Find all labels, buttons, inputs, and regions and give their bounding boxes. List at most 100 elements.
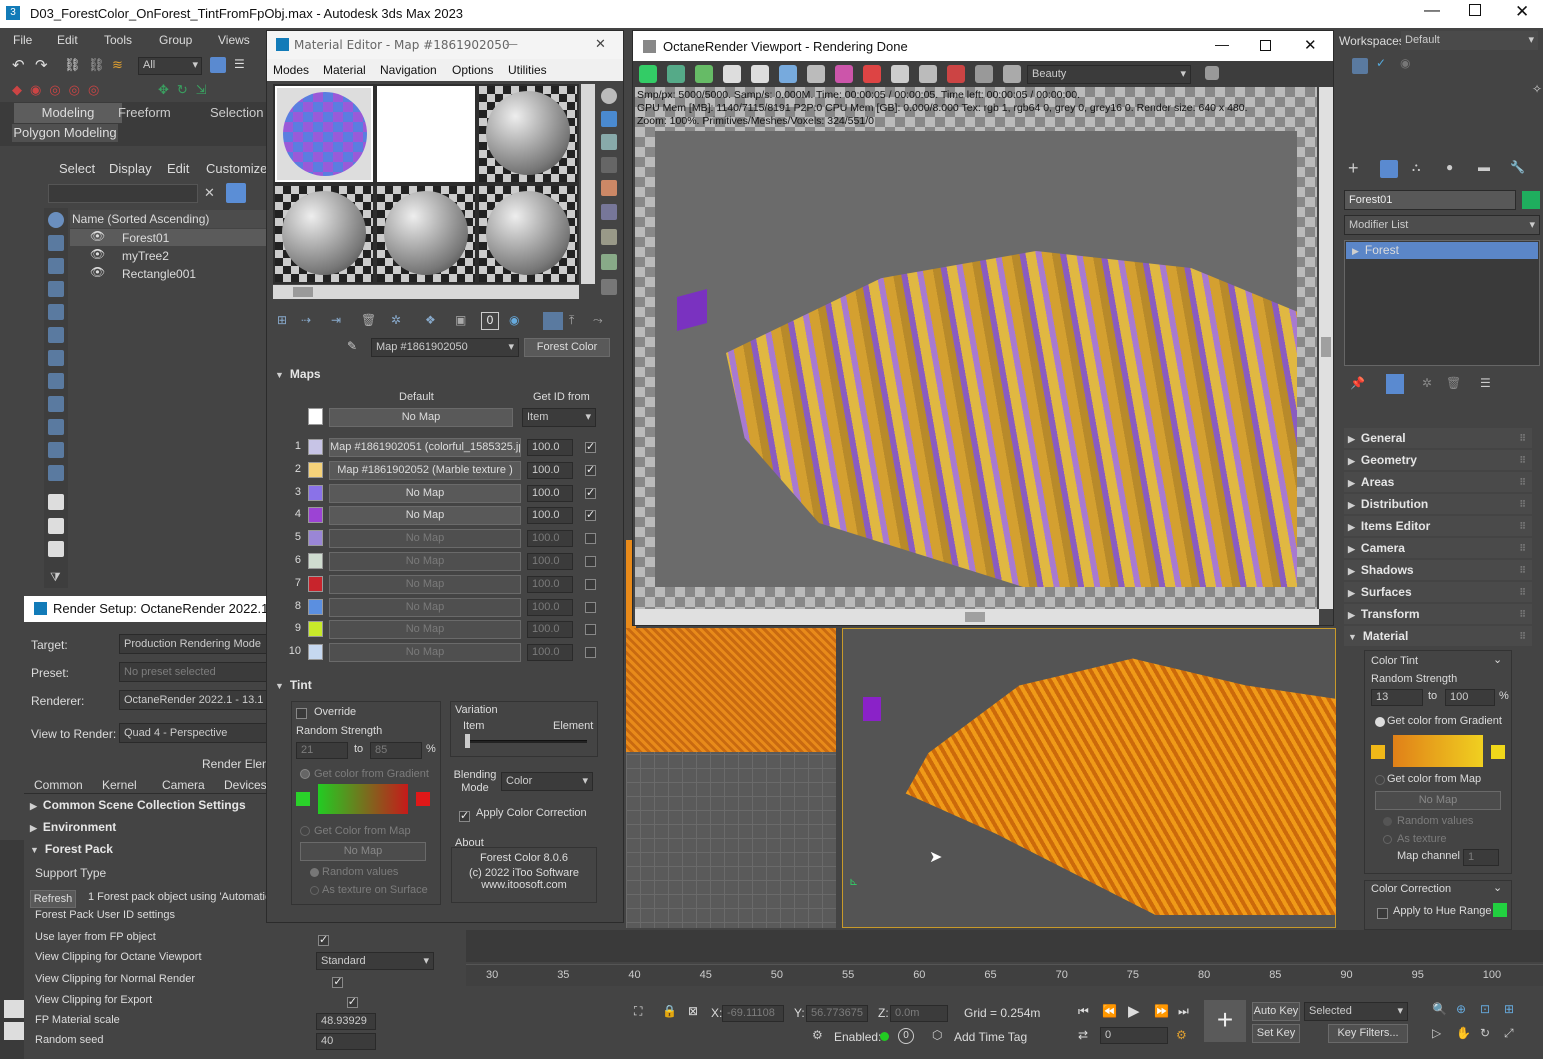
settings-icon[interactable] (1003, 65, 1021, 83)
clear-search-icon[interactable]: ✕ (204, 185, 215, 201)
me-menu-material[interactable]: Material (323, 63, 366, 77)
pause-icon[interactable] (751, 65, 769, 83)
menu-group[interactable]: Group (159, 33, 192, 47)
backlight-icon[interactable] (601, 111, 617, 127)
map-weight-spinner[interactable]: 100.0 (527, 644, 573, 662)
map-color-swatch[interactable] (308, 507, 323, 524)
cp-no-map-button[interactable]: No Map (1375, 791, 1501, 810)
pin-stack-icon[interactable]: ✧ (1532, 82, 1542, 96)
clear-icon[interactable] (863, 65, 881, 83)
map-weight-spinner[interactable]: 100.0 (527, 553, 573, 570)
view-to-render-dropdown[interactable]: Quad 4 - Perspective (119, 723, 269, 743)
eyedropper-icon[interactable]: ✎ (347, 339, 357, 353)
close-icon[interactable]: ✕ (1515, 2, 1529, 22)
autofocus-icon[interactable] (807, 65, 825, 83)
pan-icon[interactable]: ✋ (1456, 1026, 1471, 1040)
me-minimize-icon[interactable]: — (505, 31, 518, 59)
rollout-distribution[interactable]: ▶ Distribution ⠿ (1344, 494, 1532, 514)
collapse-chevron-icon[interactable]: ⌄ (1493, 653, 1502, 666)
map-weight-spinner[interactable]: 100.0 (527, 461, 573, 479)
menu-tools[interactable]: Tools (104, 33, 132, 47)
rollout-areas[interactable]: ▶ Areas ⠿ (1344, 472, 1532, 492)
octane-close-icon[interactable]: ✕ (1304, 36, 1317, 54)
render-hscroll[interactable] (635, 609, 1319, 625)
display-xrefs-icon[interactable] (48, 396, 64, 412)
material-navigator-icon[interactable] (601, 279, 617, 295)
object-color-swatch[interactable] (1522, 191, 1540, 209)
map-weight-spinner[interactable]: 100.0 (527, 484, 573, 502)
zoom-extents-icon[interactable]: ⊡ (1480, 1002, 1490, 1016)
map-enable-checkbox[interactable] (585, 578, 596, 590)
current-frame-field[interactable]: 0 (1100, 1027, 1168, 1044)
map-slot-button[interactable]: No Map (329, 483, 521, 503)
strength-to-spinner[interactable]: 85 (370, 742, 422, 759)
map-slot-button[interactable]: No Map (329, 620, 521, 640)
map-enable-checkbox[interactable] (585, 486, 596, 499)
rollout-geometry[interactable]: ▶ Geometry ⠿ (1344, 450, 1532, 470)
undo-icon[interactable]: ↶ (12, 56, 25, 74)
minimize-icon[interactable]: — (1424, 2, 1440, 20)
render-pass-dropdown[interactable]: Beauty ▾ (1027, 65, 1191, 84)
map-slot-button[interactable]: Map #1861902051 (colorful_1585325.jp (329, 438, 521, 457)
map-enable-checkbox[interactable] (585, 440, 596, 453)
display-frozen-icon[interactable] (48, 465, 64, 481)
display-spacewarps-icon[interactable] (48, 350, 64, 366)
play-icon[interactable]: ▶ (1128, 1002, 1140, 1020)
gradient-end-swatch[interactable] (416, 792, 430, 806)
apply-hue-checkbox[interactable] (1377, 908, 1388, 920)
tint-no-map-button[interactable]: No Map (300, 842, 426, 861)
make-preview-icon[interactable] (601, 204, 617, 220)
default-map-button[interactable]: No Map (329, 408, 513, 427)
scene-row[interactable]: 👁 myTree2 (70, 247, 268, 264)
workspace-dropdown[interactable]: Default ▾ (1401, 31, 1538, 50)
sample-slot[interactable] (479, 186, 577, 282)
map-color-swatch[interactable] (308, 484, 323, 501)
target-icon[interactable]: ◉ (1400, 56, 1410, 70)
material-id-channel-icon[interactable]: 0 (481, 312, 499, 330)
make-unique-icon[interactable]: ✲ (391, 313, 401, 327)
set-key-big-button[interactable]: + (1204, 1000, 1246, 1042)
make-unique-stack-icon[interactable]: ✲ (1422, 376, 1432, 390)
cp-gradient-end-swatch[interactable] (1491, 745, 1505, 759)
display-groups-icon[interactable] (48, 373, 64, 389)
display-hidden-icon[interactable] (48, 494, 64, 510)
as-texture-radio[interactable] (310, 886, 319, 895)
display-all-icon[interactable] (48, 518, 64, 534)
put-to-library-icon[interactable]: ❖ (425, 313, 436, 327)
map-slot-button[interactable]: No Map (329, 506, 521, 526)
gradient-radio[interactable] (300, 769, 310, 779)
map-type-button[interactable]: Forest Color (524, 338, 610, 357)
selection-filter-dropdown[interactable]: All ▾ (138, 57, 202, 75)
lock-selection-icon[interactable]: 🔒 (662, 1004, 677, 1018)
selection-set-dropdown[interactable]: Selected ▾ (1304, 1002, 1408, 1021)
map-weight-spinner[interactable]: 100.0 (527, 439, 573, 456)
save-icon[interactable] (1352, 58, 1368, 74)
target-dropdown[interactable]: Production Rendering Mode (119, 634, 269, 654)
zoom-icon[interactable]: 🔍 (1432, 1002, 1447, 1016)
fp-material-scale-spinner[interactable]: 48.93929 (316, 1013, 376, 1030)
isolate-icon[interactable]: ⛶ (634, 1004, 642, 1019)
maxscript-listener[interactable] (4, 1000, 24, 1018)
about-url[interactable]: www.itoosoft.com (452, 879, 596, 891)
me-menu-modes[interactable]: Modes (273, 63, 309, 77)
transform-icons[interactable]: ✥↻⇲ (158, 82, 215, 98)
clip-normal-checkbox[interactable] (332, 975, 344, 989)
cp-gradient-start-swatch[interactable] (1371, 745, 1385, 759)
x-coordinate-field[interactable]: -69.11108 (722, 1005, 784, 1022)
goto-end-icon[interactable]: ⏭ (1178, 1004, 1189, 1019)
map-color-swatch[interactable] (308, 575, 323, 592)
map-enable-checkbox[interactable] (585, 601, 596, 613)
auto-key-button[interactable]: Auto Key (1252, 1002, 1300, 1021)
visibility-eye-icon[interactable]: 👁 (90, 265, 105, 279)
time-config-icon[interactable]: ⇄ (1078, 1028, 1088, 1042)
options-icon[interactable] (601, 229, 617, 245)
timeline[interactable]: 30 35 40 45 50 55 60 65 70 75 80 85 90 95 100 (466, 964, 1543, 986)
scene-row[interactable]: 👁 Rectangle001 (70, 265, 268, 282)
menu-file[interactable]: File (13, 33, 32, 47)
filter-icon[interactable]: ⧩ (50, 570, 61, 585)
link-icon[interactable]: ⛓ (64, 57, 81, 73)
map-slot-button[interactable]: No Map (329, 552, 521, 571)
zoom-all-icon[interactable]: ⊕ (1456, 1002, 1466, 1016)
cp-random-values-radio[interactable] (1383, 817, 1392, 826)
map-color-swatch[interactable] (308, 644, 323, 661)
